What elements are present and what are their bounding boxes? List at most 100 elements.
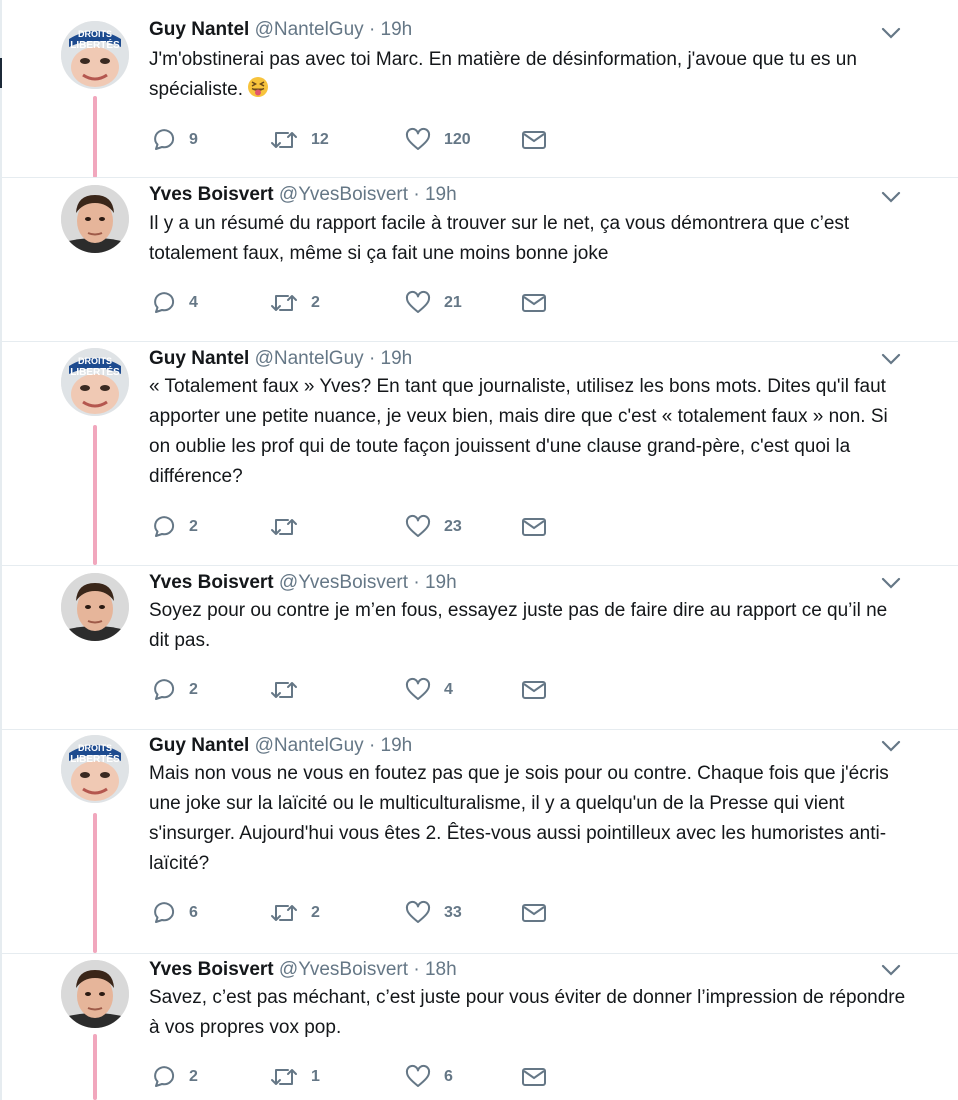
like-count: 21 (444, 294, 462, 311)
heart-icon (405, 1064, 431, 1087)
more-options-chevron-icon[interactable] (880, 735, 902, 757)
tweet-actions: 6 2 33 (150, 900, 547, 926)
retweet-count: 2 (311, 294, 320, 311)
reply-icon (154, 129, 175, 150)
like-button[interactable]: 4 (405, 677, 521, 703)
reply-icon (154, 516, 175, 537)
more-options-chevron-icon[interactable] (880, 348, 902, 370)
envelope-icon (522, 904, 546, 922)
like-button[interactable]: 6 (405, 1064, 521, 1090)
author-name[interactable]: Guy Nantel (149, 19, 249, 40)
reply-icon (154, 902, 175, 923)
more-options-chevron-icon[interactable] (880, 22, 902, 44)
like-count: 4 (444, 681, 453, 698)
like-button[interactable]: 23 (405, 514, 521, 540)
tweet-timestamp[interactable]: 19h (381, 348, 413, 369)
retweet-button[interactable]: 2 (270, 900, 405, 926)
author-name[interactable]: Yves Boisvert (149, 184, 274, 205)
author-handle[interactable]: @YvesBoisvert (279, 572, 408, 593)
retweet-button[interactable] (270, 514, 405, 540)
reply-button[interactable]: 2 (150, 677, 270, 703)
author-handle[interactable]: @NantelGuy (255, 735, 364, 756)
like-button[interactable]: 120 (405, 127, 521, 153)
avatar[interactable]: DROITS LIBERTÉS (61, 348, 129, 416)
envelope-icon (522, 294, 546, 312)
avatar[interactable] (61, 960, 129, 1028)
separator-dot: · (413, 959, 420, 980)
direct-message-button[interactable] (521, 900, 547, 926)
retweet-icon (271, 905, 297, 921)
tweet[interactable]: Yves Boisvert @YvesBoisvert · 19h Soyez … (0, 566, 958, 730)
reply-count: 9 (189, 131, 198, 148)
author-handle[interactable]: @NantelGuy (255, 348, 364, 369)
tweet-header: Guy Nantel @NantelGuy · 19h (149, 346, 898, 372)
author-name[interactable]: Yves Boisvert (149, 572, 274, 593)
tweet-timestamp[interactable]: 19h (381, 19, 413, 40)
author-handle[interactable]: @YvesBoisvert (279, 959, 408, 980)
tweet[interactable]: DROITS LIBERTÉS Guy Nantel @NantelGuy · … (0, 0, 958, 178)
reply-button[interactable]: 2 (150, 1064, 270, 1090)
tweet-text: Mais non vous ne vous en foutez pas que … (149, 763, 889, 874)
retweet-icon (271, 295, 297, 311)
retweet-button[interactable] (270, 677, 405, 703)
tweet-timestamp[interactable]: 19h (381, 735, 413, 756)
envelope-icon (522, 518, 546, 536)
tweet-text: Soyez pour ou contre je m’en fous, essay… (149, 600, 888, 651)
heart-icon (405, 677, 431, 700)
direct-message-button[interactable] (521, 1064, 547, 1090)
direct-message-button[interactable] (521, 514, 547, 540)
tweet-timestamp[interactable]: 18h (425, 959, 457, 980)
avatar[interactable] (61, 185, 129, 253)
like-button[interactable]: 21 (405, 290, 521, 316)
guy-nantel-avatar-icon: DROITS LIBERTÉS (61, 348, 129, 416)
reply-icon (154, 679, 175, 700)
retweet-icon (271, 519, 297, 535)
avatar[interactable]: DROITS LIBERTÉS (61, 735, 129, 803)
guy-nantel-avatar-icon: DROITS LIBERTÉS (61, 21, 129, 89)
tweet[interactable]: Yves Boisvert @YvesBoisvert · 19h Il y a… (0, 178, 958, 342)
more-options-chevron-icon[interactable] (880, 186, 902, 208)
tweet[interactable]: Yves Boisvert @YvesBoisvert · 18h Savez,… (0, 954, 958, 1100)
reply-count: 2 (189, 681, 198, 698)
direct-message-button[interactable] (521, 677, 547, 703)
tweet-timestamp[interactable]: 19h (425, 572, 457, 593)
like-button[interactable]: 33 (405, 900, 521, 926)
yves-boisvert-avatar-icon (61, 185, 129, 253)
retweet-count: 12 (311, 131, 329, 148)
tweet-header: Guy Nantel @NantelGuy · 19h (149, 733, 898, 759)
envelope-icon (522, 131, 546, 149)
tweet-text: J'm'obstinerai pas avec toi Marc. En mat… (149, 45, 909, 105)
direct-message-button[interactable] (521, 127, 547, 153)
retweet-button[interactable]: 2 (270, 290, 405, 316)
reply-button[interactable]: 2 (150, 514, 270, 540)
avatar[interactable]: DROITS LIBERTÉS (61, 21, 129, 89)
author-name[interactable]: Guy Nantel (149, 348, 249, 369)
tweet-timestamp[interactable]: 19h (425, 184, 457, 205)
author-name[interactable]: Yves Boisvert (149, 959, 274, 980)
tweet-actions: 4 2 21 (150, 290, 547, 316)
more-options-chevron-icon[interactable] (880, 572, 902, 594)
tweet-actions: 2 23 (150, 514, 547, 540)
retweet-button[interactable]: 1 (270, 1064, 405, 1090)
tweet[interactable]: DROITS LIBERTÉS Guy Nantel @NantelGuy · … (0, 730, 958, 954)
direct-message-button[interactable] (521, 290, 547, 316)
like-count: 23 (444, 518, 462, 535)
tweet-actions: 2 1 6 (150, 1064, 547, 1090)
tweet-text: Il y a un résumé du rapport facile à tro… (149, 213, 850, 264)
envelope-icon (522, 681, 546, 699)
reply-button[interactable]: 9 (150, 127, 270, 153)
reply-button[interactable]: 4 (150, 290, 270, 316)
tweet-header: Yves Boisvert @YvesBoisvert · 19h (149, 570, 898, 596)
author-handle[interactable]: @YvesBoisvert (279, 184, 408, 205)
retweet-icon (271, 132, 297, 148)
author-name[interactable]: Guy Nantel (149, 735, 249, 756)
tweet[interactable]: DROITS LIBERTÉS Guy Nantel @NantelGuy · … (0, 342, 958, 566)
avatar[interactable] (61, 573, 129, 641)
retweet-icon (271, 1069, 297, 1085)
reply-button[interactable]: 6 (150, 900, 270, 926)
separator-dot: · (368, 348, 376, 369)
retweet-button[interactable]: 12 (270, 127, 405, 153)
author-handle[interactable]: @NantelGuy (255, 19, 364, 40)
more-options-chevron-icon[interactable] (880, 959, 902, 981)
envelope-icon (522, 1068, 546, 1086)
